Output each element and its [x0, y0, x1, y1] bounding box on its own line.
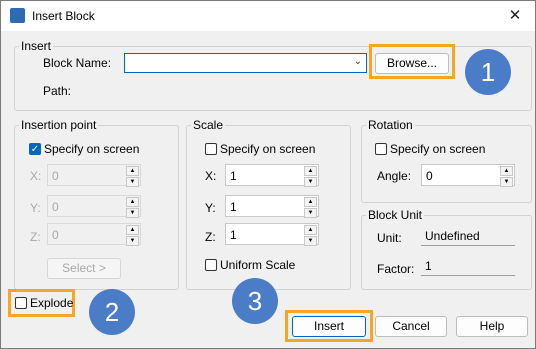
- block-unit-group: Block Unit: [361, 208, 532, 290]
- unit-value: Undefined: [421, 226, 515, 246]
- title-bar: Insert Block ✕: [1, 1, 535, 31]
- insertion-y-input: 0 ▲ ▼: [47, 195, 141, 218]
- unit-label: Unit:: [377, 231, 402, 245]
- spin-up-icon[interactable]: ▲: [304, 166, 317, 176]
- insertion-y-value: 0: [52, 200, 59, 214]
- insertion-z-value: 0: [52, 228, 59, 242]
- callout-badge-3: 3: [232, 278, 278, 324]
- insert-legend: Insert: [21, 39, 52, 53]
- factor-value: 1: [421, 256, 515, 276]
- spin-up-icon[interactable]: ▲: [500, 166, 513, 176]
- rotation-specify-label: Specify on screen: [390, 142, 486, 156]
- spin-down-icon: ▼: [126, 208, 139, 218]
- scale-specify-label: Specify on screen: [220, 142, 316, 156]
- rotation-specify-checkbox[interactable]: [375, 143, 387, 155]
- dialog-title: Insert Block: [32, 9, 95, 23]
- cancel-button[interactable]: Cancel: [375, 316, 447, 337]
- angle-input[interactable]: 0 ▲ ▼: [421, 164, 515, 187]
- scale-x-label: X:: [205, 169, 217, 183]
- scale-x-input[interactable]: 1 ▲ ▼: [225, 164, 319, 187]
- spin-up-icon[interactable]: ▲: [304, 197, 317, 207]
- insertion-specify-checkbox[interactable]: ✓: [29, 143, 41, 155]
- spin-down-icon: ▼: [126, 236, 139, 246]
- block-name-label: Block Name:: [43, 56, 112, 70]
- chevron-down-icon[interactable]: ⌄: [354, 56, 362, 67]
- rotation-legend: Rotation: [368, 118, 413, 132]
- insert-block-dialog: Insert Block ✕ Insert Block Name: ⌄ Brow…: [0, 0, 536, 349]
- insertion-y-label: Y:: [30, 201, 41, 215]
- help-button[interactable]: Help: [456, 316, 528, 337]
- select-button: Select >: [47, 258, 121, 279]
- spin-down-icon: ▼: [126, 177, 139, 187]
- close-icon[interactable]: ✕: [503, 4, 527, 28]
- spin-down-icon[interactable]: ▼: [304, 177, 317, 187]
- insertion-point-legend: Insertion point: [21, 118, 97, 132]
- uniform-scale-checkbox[interactable]: [205, 259, 217, 271]
- scale-specify-checkbox[interactable]: [205, 143, 217, 155]
- app-icon: [10, 8, 25, 23]
- scale-y-label: Y:: [205, 201, 216, 215]
- spin-down-icon[interactable]: ▼: [500, 177, 513, 187]
- block-unit-legend: Block Unit: [368, 208, 423, 222]
- uniform-scale-label: Uniform Scale: [220, 258, 296, 272]
- insert-button[interactable]: Insert: [292, 316, 366, 337]
- explode-label: Explode: [30, 296, 74, 310]
- scale-z-label: Z:: [205, 230, 216, 244]
- insertion-x-label: X:: [30, 169, 42, 183]
- insertion-specify-label: Specify on screen: [44, 142, 140, 156]
- spin-up-icon: ▲: [126, 225, 139, 235]
- callout-badge-1: 1: [465, 49, 511, 95]
- factor-label: Factor:: [377, 262, 415, 276]
- spin-down-icon[interactable]: ▼: [304, 208, 317, 218]
- scale-y-value: 1: [230, 200, 237, 214]
- callout-badge-2: 2: [89, 289, 135, 335]
- browse-highlight: [369, 44, 455, 79]
- scale-z-input[interactable]: 1 ▲ ▼: [225, 223, 319, 246]
- insertion-z-input: 0 ▲ ▼: [47, 223, 141, 246]
- insertion-x-input: 0 ▲ ▼: [47, 164, 141, 187]
- scale-y-input[interactable]: 1 ▲ ▼: [225, 195, 319, 218]
- scale-legend: Scale: [193, 118, 224, 132]
- insertion-x-value: 0: [52, 169, 59, 183]
- spin-up-icon: ▲: [126, 197, 139, 207]
- spin-up-icon: ▲: [126, 166, 139, 176]
- scale-x-value: 1: [230, 169, 237, 183]
- spin-up-icon[interactable]: ▲: [304, 225, 317, 235]
- path-label: Path:: [43, 84, 72, 98]
- spin-down-icon[interactable]: ▼: [304, 236, 317, 246]
- angle-label: Angle:: [377, 169, 412, 183]
- rotation-group: Rotation: [361, 118, 532, 203]
- scale-z-value: 1: [230, 228, 237, 242]
- insertion-z-label: Z:: [30, 230, 41, 244]
- explode-checkbox[interactable]: [15, 297, 27, 309]
- block-name-combobox[interactable]: ⌄: [124, 53, 367, 73]
- angle-value: 0: [426, 169, 433, 183]
